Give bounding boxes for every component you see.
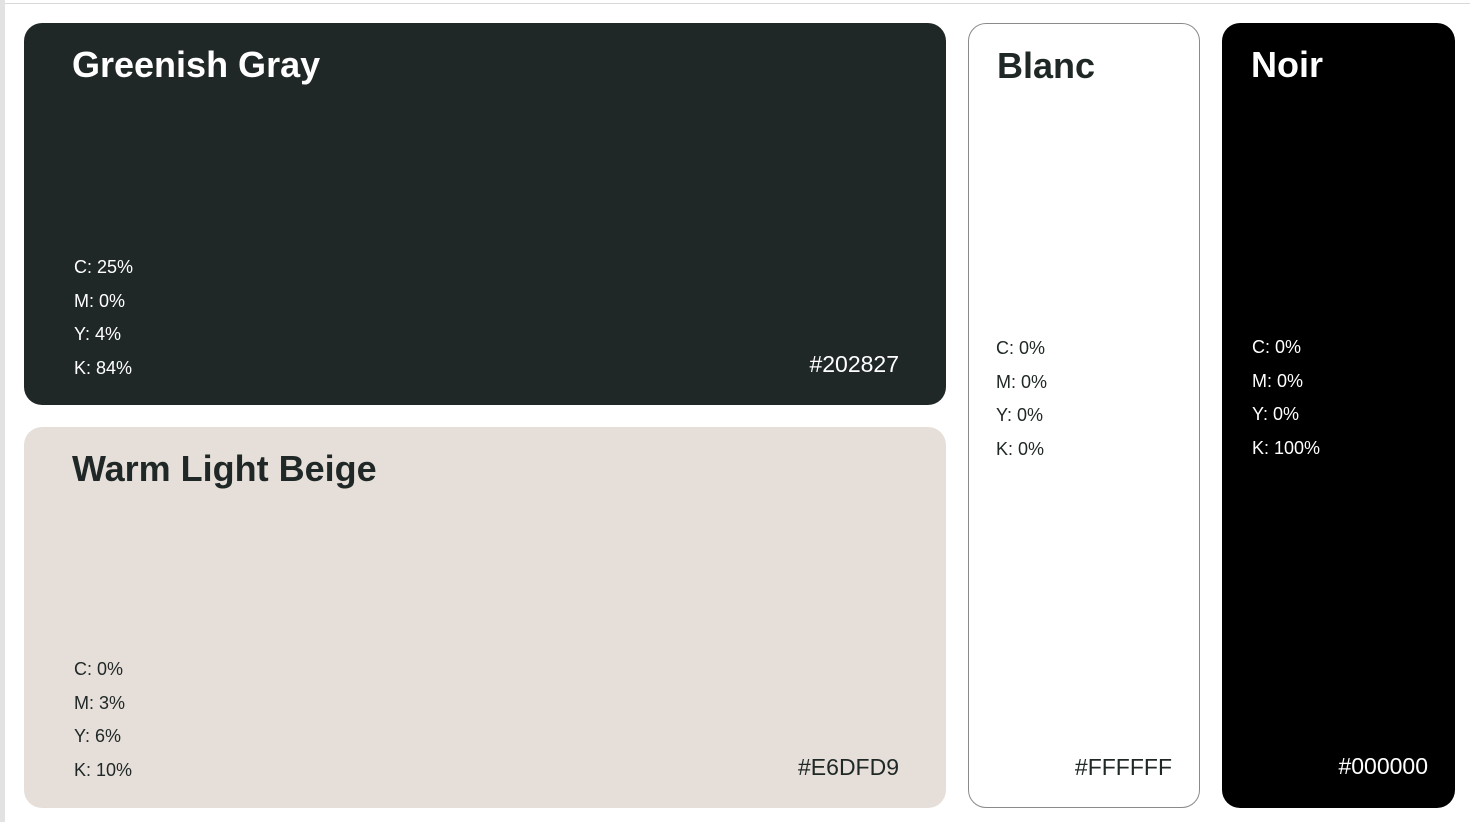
cmyk-magenta: M: 3% [74, 692, 126, 713]
swatch-greenish-gray: Greenish Gray C: 25% M: 0% Y: 4% K: 84% … [24, 23, 946, 405]
cmyk-yellow: Y: 0% [996, 405, 1044, 426]
cmyk-magenta: M: 0% [74, 290, 126, 311]
cmyk-yellow: Y: 6% [74, 726, 122, 747]
swatch-name: Noir [1251, 44, 1323, 85]
cmyk-cyan: C: 0% [996, 338, 1046, 358]
cmyk-cyan: C: 25% [74, 257, 134, 277]
swatch-name: Blanc [997, 45, 1096, 86]
cmyk-magenta: M: 0% [996, 371, 1048, 392]
swatch-noir: Noir C: 0% M: 0% Y: 0% K: 100% #000000 [1222, 23, 1455, 808]
left-edge-divider [0, 0, 5, 822]
swatch-warm-light-beige: Warm Light Beige C: 0% M: 3% Y: 6% K: 10… [24, 427, 946, 808]
cmyk-yellow: Y: 4% [74, 324, 122, 345]
hex-code: #FFFFFF [1074, 754, 1172, 780]
cmyk-key: K: 10% [74, 760, 133, 781]
cmyk-key: K: 100% [1252, 438, 1321, 459]
swatch-name: Warm Light Beige [72, 448, 377, 489]
hex-code: #E6DFD9 [798, 754, 899, 780]
hex-code: #202827 [809, 351, 899, 377]
cmyk-key: K: 0% [996, 439, 1045, 460]
hex-code: #000000 [1338, 753, 1428, 779]
cmyk-key: K: 84% [74, 358, 133, 379]
cmyk-values: C: 25% M: 0% Y: 4% K: 84% [74, 251, 133, 386]
cmyk-cyan: C: 0% [1252, 337, 1302, 357]
cmyk-values: C: 0% M: 0% Y: 0% K: 0% [996, 332, 1047, 467]
cmyk-magenta: M: 0% [1252, 370, 1304, 391]
cmyk-values: C: 0% M: 3% Y: 6% K: 10% [74, 653, 132, 788]
cmyk-values: C: 0% M: 0% Y: 0% K: 100% [1252, 331, 1320, 466]
swatch-blanc: Blanc C: 0% M: 0% Y: 0% K: 0% #FFFFFF [968, 23, 1200, 808]
swatch-name: Greenish Gray [72, 44, 321, 85]
top-divider [0, 3, 1470, 4]
cmyk-cyan: C: 0% [74, 659, 124, 679]
cmyk-yellow: Y: 0% [1252, 404, 1300, 425]
color-palette-page: Greenish Gray C: 25% M: 0% Y: 4% K: 84% … [0, 0, 1470, 822]
